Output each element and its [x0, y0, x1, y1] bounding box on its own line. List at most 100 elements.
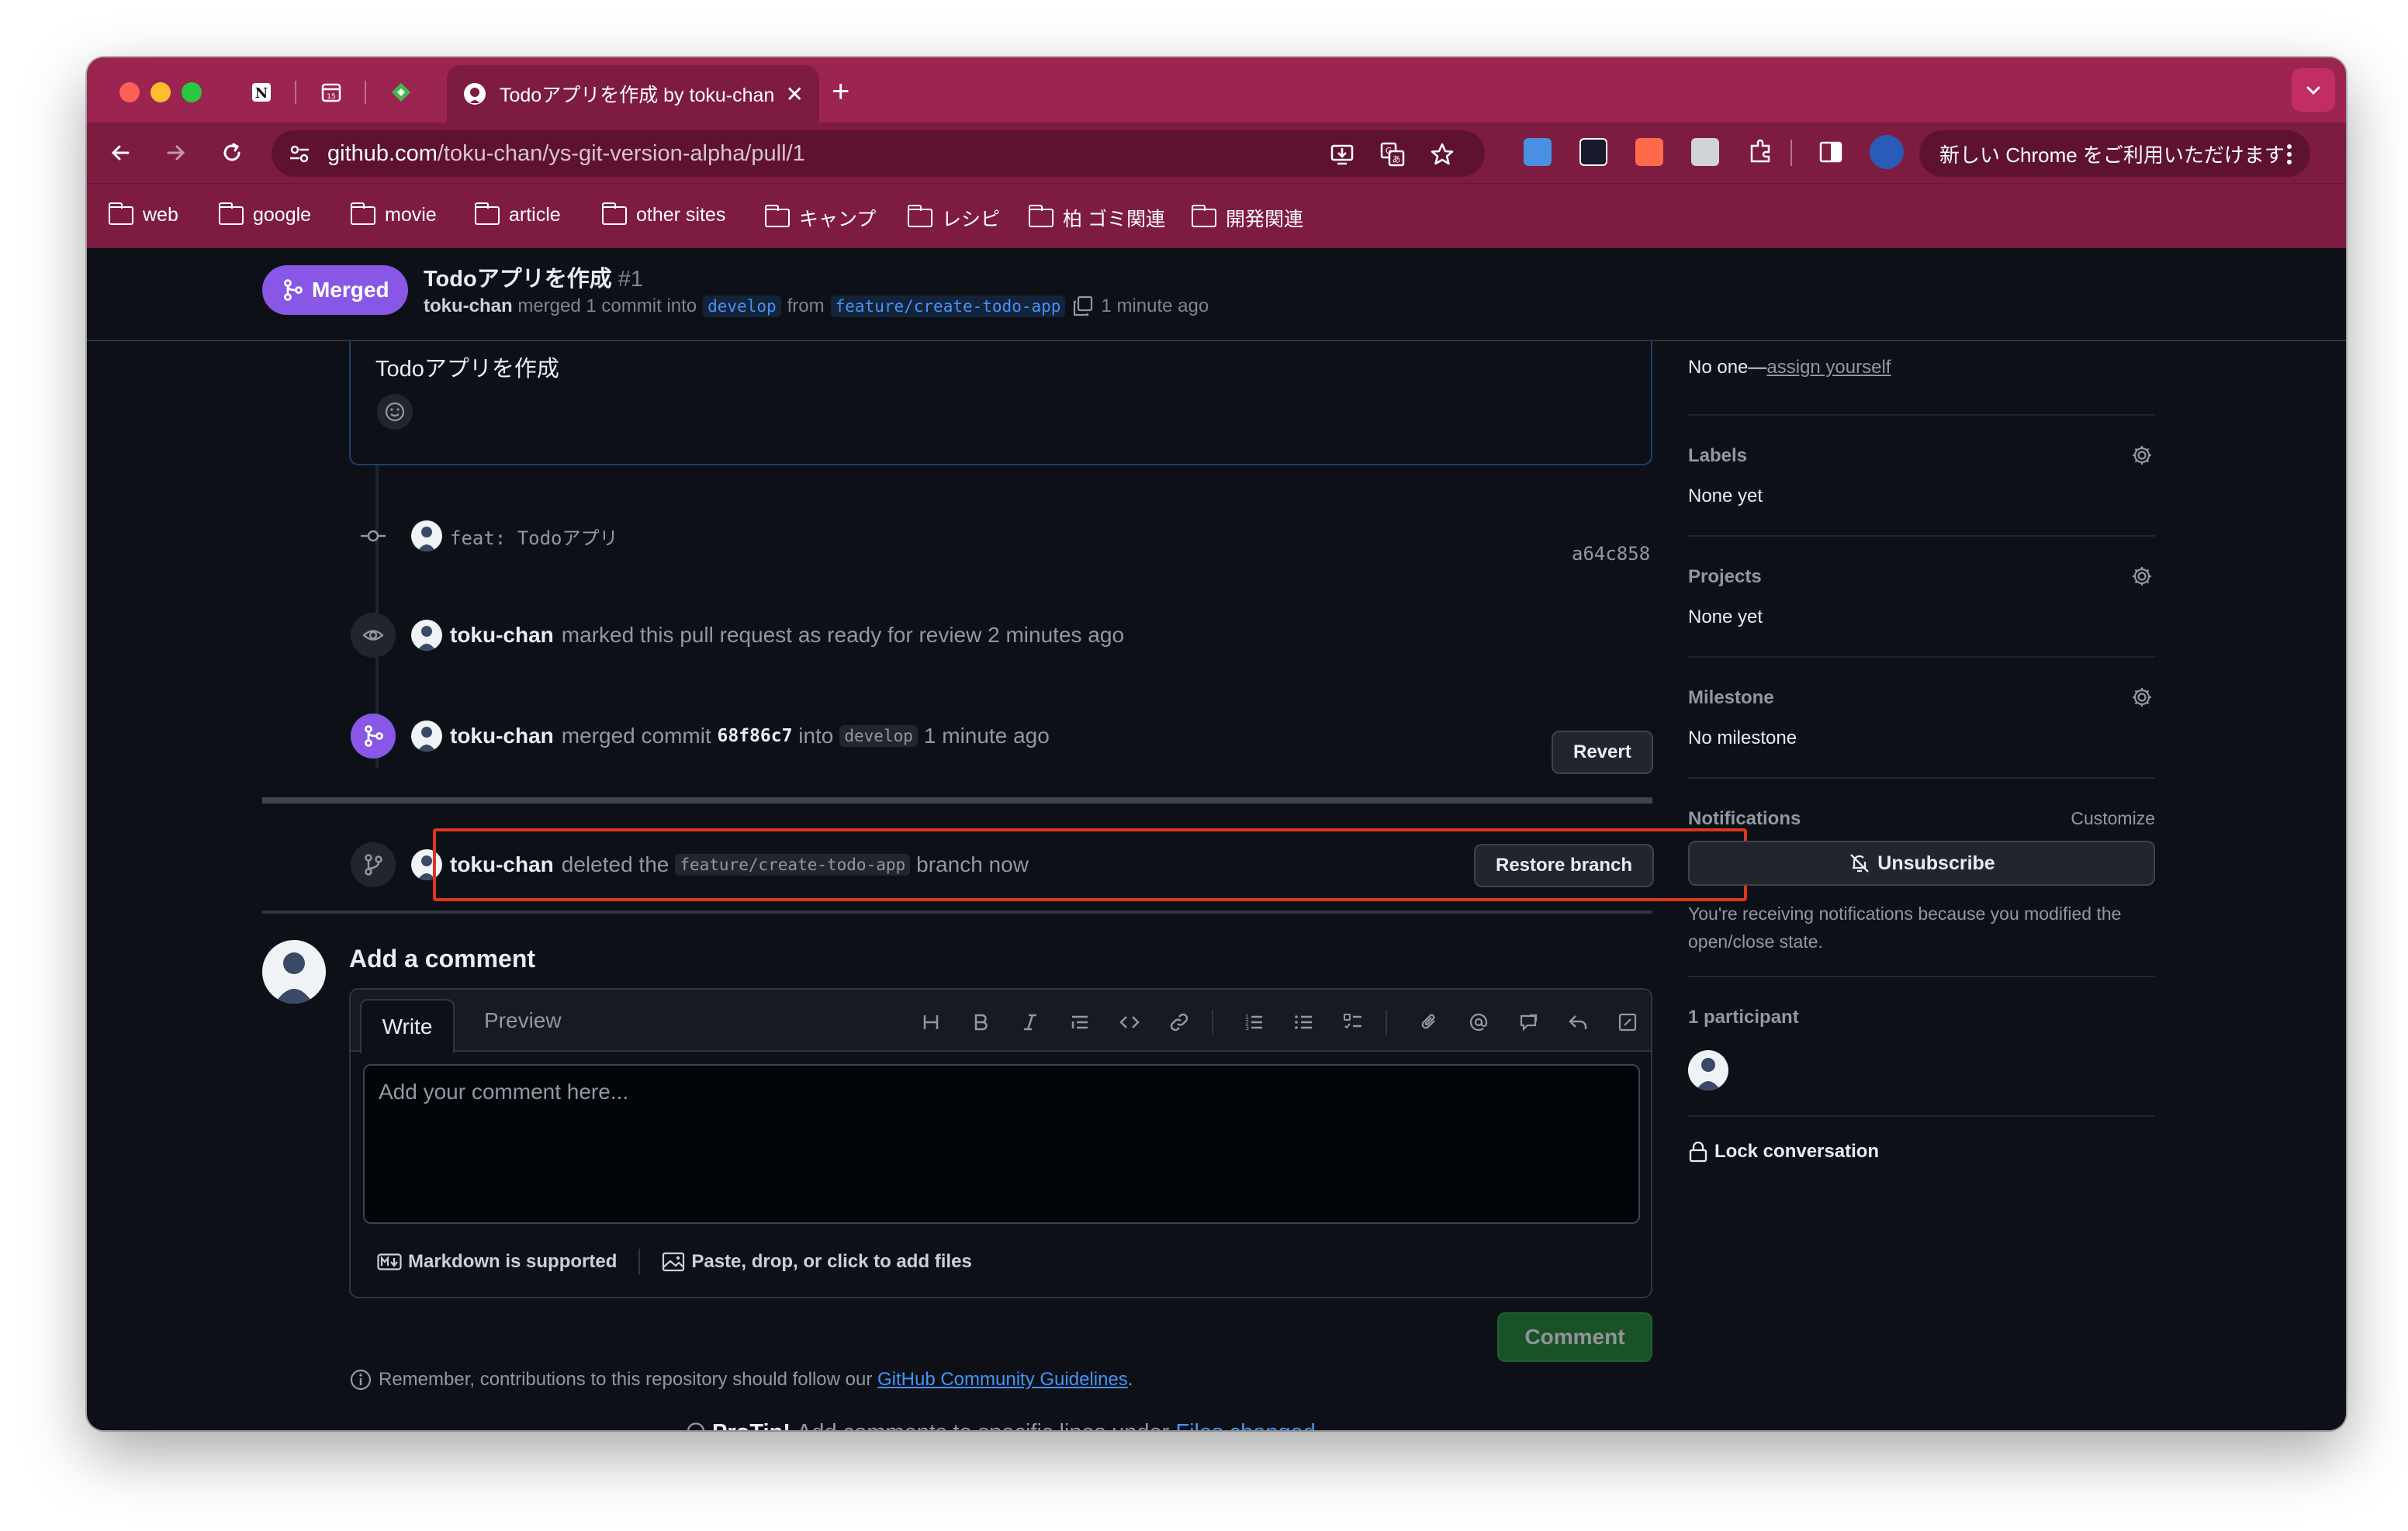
chrome-update-button[interactable]: 新しい Chrome をご利用いただけます [1919, 130, 2310, 177]
close-window-button[interactable] [119, 82, 140, 102]
side-panel-button[interactable] [1817, 138, 1845, 166]
pinned-tab-notion[interactable]: N [244, 74, 279, 110]
revert-button[interactable]: Revert [1552, 731, 1653, 774]
user-link[interactable]: toku-chan [450, 623, 554, 648]
commit-sha-link[interactable]: a64c858 [1572, 543, 1650, 565]
quote-icon [1071, 1015, 1088, 1029]
heading-button[interactable] [915, 1007, 946, 1038]
milestone-heading[interactable]: Milestone [1688, 687, 1774, 709]
task-list-button[interactable] [1337, 1007, 1368, 1038]
bookmark-label: レシピ [942, 209, 1001, 230]
active-tab[interactable]: Todoアプリを作成 by toku-chan ✕ [447, 65, 819, 123]
toolbar-divider [1212, 1010, 1213, 1035]
fullscreen-button[interactable] [1612, 1007, 1643, 1038]
assign-yourself-link[interactable]: assign yourself [1766, 357, 1891, 378]
forward-button[interactable] [158, 135, 194, 171]
current-user-avatar[interactable] [262, 940, 326, 1004]
saved-replies-button[interactable] [1562, 1007, 1593, 1038]
bookmark-folder[interactable]: google [218, 202, 311, 226]
markdown-icon [377, 1253, 402, 1270]
avatar[interactable] [411, 520, 442, 551]
reference-button[interactable] [1513, 1007, 1544, 1038]
new-tab-button[interactable]: + [832, 76, 849, 107]
bookmark-star-icon[interactable] [1429, 141, 1455, 168]
labels-gear-icon[interactable] [2129, 442, 2155, 468]
install-app-icon[interactable] [1330, 141, 1356, 168]
link-button[interactable] [1164, 1007, 1195, 1038]
merged-branch[interactable]: develop [839, 725, 918, 747]
extension-4-icon[interactable] [1691, 138, 1719, 166]
labels-heading[interactable]: Labels [1688, 445, 1747, 467]
bookmark-folder[interactable]: article [474, 202, 561, 226]
base-branch-link[interactable]: develop [703, 295, 781, 317]
tab-write[interactable]: Write [360, 999, 455, 1053]
guidelines-note: Remember, contributions to this reposito… [349, 1368, 1133, 1391]
copy-icon[interactable] [1071, 295, 1095, 318]
italic-button[interactable] [1015, 1007, 1046, 1038]
unsubscribe-button[interactable]: Unsubscribe [1688, 841, 2155, 886]
avatar[interactable] [411, 721, 442, 752]
protip: ProTip! Add comments to specific lines u… [684, 1419, 1322, 1430]
ordered-list-button[interactable]: 123 [1238, 1007, 1269, 1038]
projects-heading[interactable]: Projects [1688, 566, 1762, 588]
tab-separator [365, 81, 366, 104]
community-guidelines-link[interactable]: GitHub Community Guidelines [877, 1369, 1128, 1391]
bookmark-folder[interactable]: movie [350, 202, 437, 226]
customize-notifications-link[interactable]: Customize [2071, 808, 2155, 829]
bookmark-folder[interactable]: レシピ [907, 204, 1001, 232]
tab-preview[interactable]: Preview [484, 1008, 562, 1033]
bookmark-folder[interactable]: 柏 ゴミ関連 [1028, 204, 1165, 232]
back-button[interactable] [102, 135, 138, 171]
assignees-none-text: No one— [1688, 357, 1767, 378]
bookmark-folder[interactable]: キャンプ [764, 204, 876, 232]
pinned-tab-app[interactable] [383, 74, 419, 110]
bold-button[interactable] [965, 1007, 996, 1038]
translate-icon[interactable]: あG [1379, 141, 1406, 168]
address-bar[interactable]: github.com/toku-chan/ys-git-version-alph… [272, 130, 1485, 177]
chevron-down-icon [2306, 86, 2320, 95]
user-link[interactable]: toku-chan [450, 724, 554, 748]
quote-button[interactable] [1064, 1007, 1095, 1038]
site-settings-icon[interactable] [287, 141, 312, 166]
participant-avatar[interactable] [1688, 1050, 1728, 1090]
gear-icon [2133, 567, 2151, 586]
comment-textarea[interactable] [363, 1064, 1640, 1224]
close-tab-icon[interactable]: ✕ [786, 81, 804, 107]
code-button[interactable] [1114, 1007, 1145, 1038]
timeline-ready-event: toku-chan marked this pull request as re… [351, 613, 1124, 658]
projects-gear-icon[interactable] [2129, 563, 2155, 589]
profile-avatar[interactable] [1870, 135, 1904, 169]
extension-1-icon[interactable] [1524, 138, 1552, 166]
minimize-window-button[interactable] [150, 82, 171, 102]
files-changed-link[interactable]: Files changed [1175, 1420, 1316, 1431]
commit-message-link[interactable]: feat: Todoアプリ [450, 523, 618, 550]
attach-button[interactable] [1413, 1007, 1444, 1038]
extension-2-icon[interactable] [1579, 138, 1607, 166]
pinned-tab-calendar[interactable]: 15 [313, 74, 349, 110]
add-reaction-button[interactable] [377, 394, 413, 430]
bookmark-folder[interactable]: 開発関連 [1191, 204, 1303, 232]
avatar[interactable] [411, 620, 442, 651]
projects-value: None yet [1688, 607, 1763, 627]
lock-conversation-button[interactable]: Lock conversation [1688, 1140, 1879, 1163]
bookmark-folder[interactable]: other sites [601, 202, 725, 226]
head-branch-link[interactable]: feature/create-todo-app [830, 295, 1066, 317]
extension-3-icon[interactable] [1635, 138, 1663, 166]
maximize-window-button[interactable] [182, 82, 202, 102]
milestone-gear-icon[interactable] [2129, 684, 2155, 710]
extensions-puzzle-icon[interactable] [1747, 138, 1775, 166]
unordered-list-button[interactable] [1288, 1007, 1319, 1038]
info-icon [350, 1369, 372, 1391]
mention-button[interactable] [1463, 1007, 1494, 1038]
pr-author-link[interactable]: toku-chan [424, 295, 513, 317]
unsubscribe-label: Unsubscribe [1877, 852, 1995, 874]
attach-files-button[interactable]: Paste, drop, or click to add files [691, 1251, 971, 1273]
comment-submit-button[interactable]: Comment [1497, 1312, 1652, 1362]
bookmark-folder[interactable]: web [108, 202, 178, 226]
sidebar-notifications: Notifications Customize Unsubscribe You'… [1688, 779, 2155, 977]
markdown-supported-link[interactable]: Markdown is supported [408, 1251, 617, 1273]
reload-button[interactable] [214, 135, 250, 171]
merge-commit-sha-link[interactable]: 68f86c7 [718, 726, 793, 746]
paperclip-icon [1421, 1014, 1435, 1029]
tab-search-button[interactable] [2292, 68, 2335, 112]
